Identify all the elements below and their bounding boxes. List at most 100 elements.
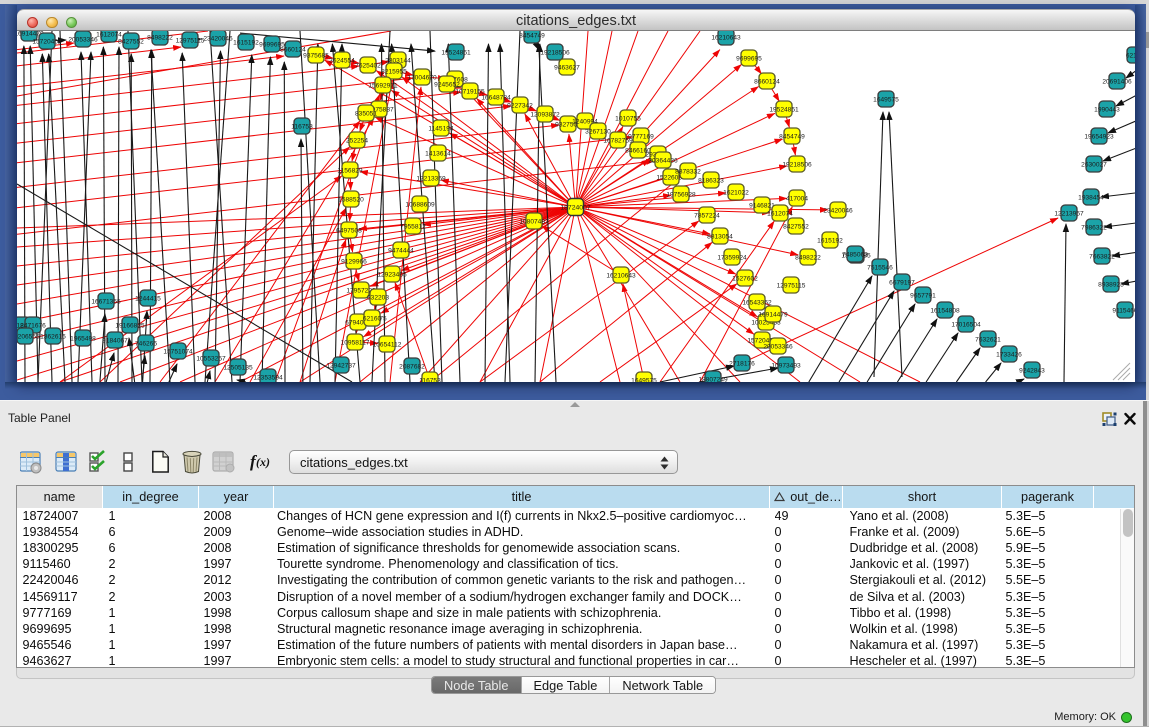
svg-text:1615192: 1615192 [233,39,259,46]
svg-text:9184067: 9184067 [102,337,128,344]
svg-text:16671355: 16671355 [91,298,121,305]
svg-text:417004: 417004 [786,195,808,202]
svg-text:8660124: 8660124 [754,78,780,85]
svg-text:3267130: 3267130 [585,128,611,135]
svg-text:1938454: 1938454 [1078,194,1104,201]
svg-text:116753: 116753 [291,123,313,130]
svg-text:10973493: 10973493 [771,362,801,369]
svg-text:20364436: 20364436 [648,157,678,164]
svg-text:16648784: 16648784 [481,94,511,101]
svg-text:9657791: 9657791 [910,292,936,299]
svg-text:12505135: 12505135 [223,364,253,371]
svg-text:116753: 116753 [419,377,441,382]
svg-text:1413614: 1413614 [425,150,451,157]
svg-text:8215955: 8215955 [381,68,407,75]
svg-text:2087682: 2087682 [399,363,425,370]
svg-text:9474444: 9474444 [388,247,414,254]
svg-text:20053346: 20053346 [68,36,98,43]
svg-text:17004670: 17004670 [407,74,437,81]
svg-text:19524851: 19524851 [441,49,471,56]
svg-text:20691406: 20691406 [1102,78,1132,85]
svg-text:8813054: 8813054 [707,233,733,240]
svg-text:12213369: 12213369 [416,175,446,182]
svg-text:746266: 746266 [135,340,157,347]
svg-text:8454749: 8454749 [519,32,545,39]
svg-text:6679197: 6679197 [889,279,915,286]
svg-text:12975115: 12975115 [176,37,205,44]
svg-text:10958117: 10958117 [341,339,370,346]
svg-text:1588520: 1588520 [338,196,364,203]
svg-text:835051: 835051 [355,110,377,117]
svg-text:16914479: 16914479 [758,311,788,318]
svg-text:1649575: 1649575 [631,377,657,382]
svg-text:8498222: 8498222 [795,254,821,261]
svg-text:7625402: 7625402 [355,62,381,69]
svg-text:19218506: 19218506 [540,49,570,56]
svg-text:18724007: 18724007 [560,205,590,212]
svg-text:832203: 832203 [367,294,389,301]
svg-text:20206555: 20206555 [17,333,40,340]
svg-text:19218506: 19218506 [782,161,812,168]
svg-text:8454749: 8454749 [779,133,805,140]
svg-text:15720407: 15720407 [32,38,62,45]
svg-text:12923465: 12923465 [377,271,407,278]
svg-text:8498222: 8498222 [147,34,173,41]
svg-text:16210643: 16210643 [711,34,741,41]
svg-text:9777169: 9777169 [628,133,654,140]
svg-text:10688609: 10688609 [405,201,435,208]
svg-text:3624554: 3624554 [329,57,355,64]
svg-text:8186323: 8186323 [698,177,724,184]
svg-text:7663822: 7663822 [1089,253,1115,260]
svg-text:18807249: 18807249 [698,376,728,382]
svg-text:1733426: 1733426 [996,351,1022,358]
svg-text:15751074: 15751074 [163,348,193,355]
svg-text:62160: 62160 [1126,52,1135,59]
svg-text:16154808: 16154808 [930,307,960,314]
svg-text:1244415: 1244415 [135,295,161,302]
svg-text:(x): (x) [256,455,270,469]
svg-text:23420046: 23420046 [203,35,233,42]
svg-text:2630027: 2630027 [1081,161,1107,168]
svg-text:7955812: 7955812 [400,223,426,230]
svg-text:1527602: 1527602 [732,275,758,282]
svg-text:9242843: 9242843 [1019,367,1045,374]
svg-text:1362615: 1362615 [40,333,66,340]
svg-text:7632621: 7632621 [975,336,1001,343]
svg-text:15692971: 15692971 [368,82,398,89]
svg-text:9463627: 9463627 [554,64,580,71]
svg-text:9146821: 9146821 [749,202,775,209]
svg-text:17016504: 17016504 [951,321,981,328]
svg-text:12213957: 12213957 [1054,210,1084,217]
svg-text:9115460: 9115460 [1112,307,1135,314]
svg-text:252254: 252254 [346,137,368,144]
svg-text:1010755: 1010755 [615,115,641,122]
svg-text:10553257: 10553257 [196,355,226,362]
svg-text:17359924: 17359924 [717,254,747,261]
svg-text:16543362: 16543362 [742,299,772,306]
svg-text:19524851: 19524851 [769,106,799,113]
svg-text:2718176: 2718176 [729,360,755,367]
svg-text:16210643: 16210643 [606,272,636,279]
svg-text:23420046: 23420046 [823,207,853,214]
svg-text:9129966: 9129966 [341,258,367,265]
svg-text:12353594: 12353594 [253,374,283,381]
svg-text:7485063: 7485063 [842,251,868,258]
svg-text:1145194: 1145194 [428,125,454,132]
svg-text:12942737: 12942737 [326,362,356,369]
svg-text:1615192: 1615192 [817,237,843,244]
svg-text:1612074: 1612074 [96,31,122,38]
svg-text:1965498: 1965498 [70,335,96,342]
svg-text:9227342: 9227342 [507,102,533,109]
svg-text:1621022: 1621022 [723,189,749,196]
svg-text:20053346: 20053346 [763,343,793,350]
svg-text:8427552: 8427552 [783,223,809,230]
svg-text:19166825: 19166825 [115,322,145,329]
svg-text:1156829: 1156829 [337,167,363,174]
svg-text:1649575: 1649575 [873,96,899,103]
svg-text:7986322: 7986322 [1081,224,1107,231]
svg-text:9699695: 9699695 [736,55,762,62]
svg-text:19756928: 19756928 [666,191,696,198]
svg-text:7857224: 7857224 [694,212,720,219]
svg-text:1612074: 1612074 [767,210,793,217]
svg-text:6497508: 6497508 [336,227,362,234]
